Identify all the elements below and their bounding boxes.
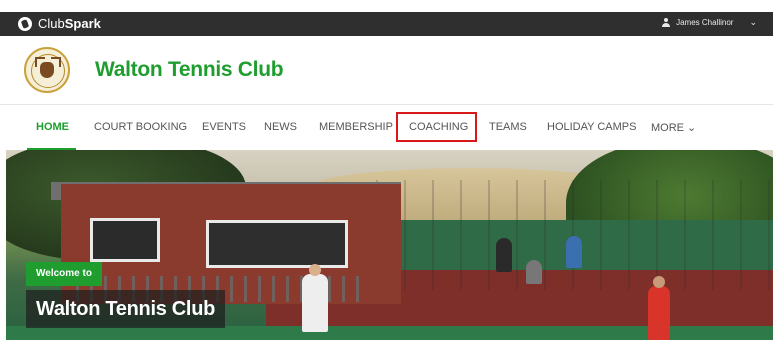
player-figure — [496, 238, 512, 272]
nav-item-court-booking[interactable]: COURT BOOKING — [94, 121, 187, 133]
clubhouse-window — [206, 220, 348, 268]
nav-item-more[interactable]: MORE ⌄ — [651, 121, 696, 134]
nav-item-teams[interactable]: TEAMS — [489, 121, 527, 133]
nav-item-home[interactable]: HOME — [36, 121, 69, 133]
player-figure — [302, 264, 328, 332]
nav-item-membership[interactable]: MEMBERSHIP — [319, 121, 393, 133]
page: ClubSpark James Challinor ⌄ Walton Tenni… — [0, 0, 773, 340]
club-crest-logo[interactable] — [24, 47, 70, 93]
main-nav: HOME COURT BOOKING EVENTS NEWS MEMBERSHI… — [0, 104, 773, 151]
hero-title: Walton Tennis Club — [26, 290, 226, 328]
stag-icon — [40, 62, 54, 78]
user-menu[interactable]: James Challinor ⌄ — [662, 17, 757, 28]
coaching-highlight-box — [396, 112, 477, 142]
player-figure — [648, 276, 670, 340]
player-figure — [566, 236, 582, 268]
nav-item-events[interactable]: EVENTS — [202, 121, 246, 133]
player-figure — [526, 260, 542, 284]
top-bar: ClubSpark James Challinor ⌄ — [0, 12, 773, 36]
hero-fence — [376, 180, 773, 290]
brand-suffix: Spark — [64, 16, 101, 31]
clubhouse-window — [90, 218, 160, 262]
hero-banner: Welcome to Walton Tennis Club — [6, 150, 773, 340]
chevron-down-icon: ⌄ — [749, 17, 757, 27]
hero-welcome-tag: Welcome to — [26, 262, 102, 286]
clubspark-logo[interactable]: ClubSpark — [18, 16, 101, 31]
brand-prefix: Club — [38, 16, 65, 31]
brand-text: ClubSpark — [38, 16, 101, 31]
nav-item-news[interactable]: NEWS — [264, 121, 297, 133]
club-header: Walton Tennis Club — [0, 36, 773, 104]
clubspark-icon — [18, 16, 32, 31]
nav-item-holiday-camps[interactable]: HOLIDAY CAMPS — [547, 121, 636, 133]
user-icon — [662, 18, 671, 27]
user-name: James Challinor — [676, 18, 734, 27]
club-title[interactable]: Walton Tennis Club — [95, 58, 284, 82]
